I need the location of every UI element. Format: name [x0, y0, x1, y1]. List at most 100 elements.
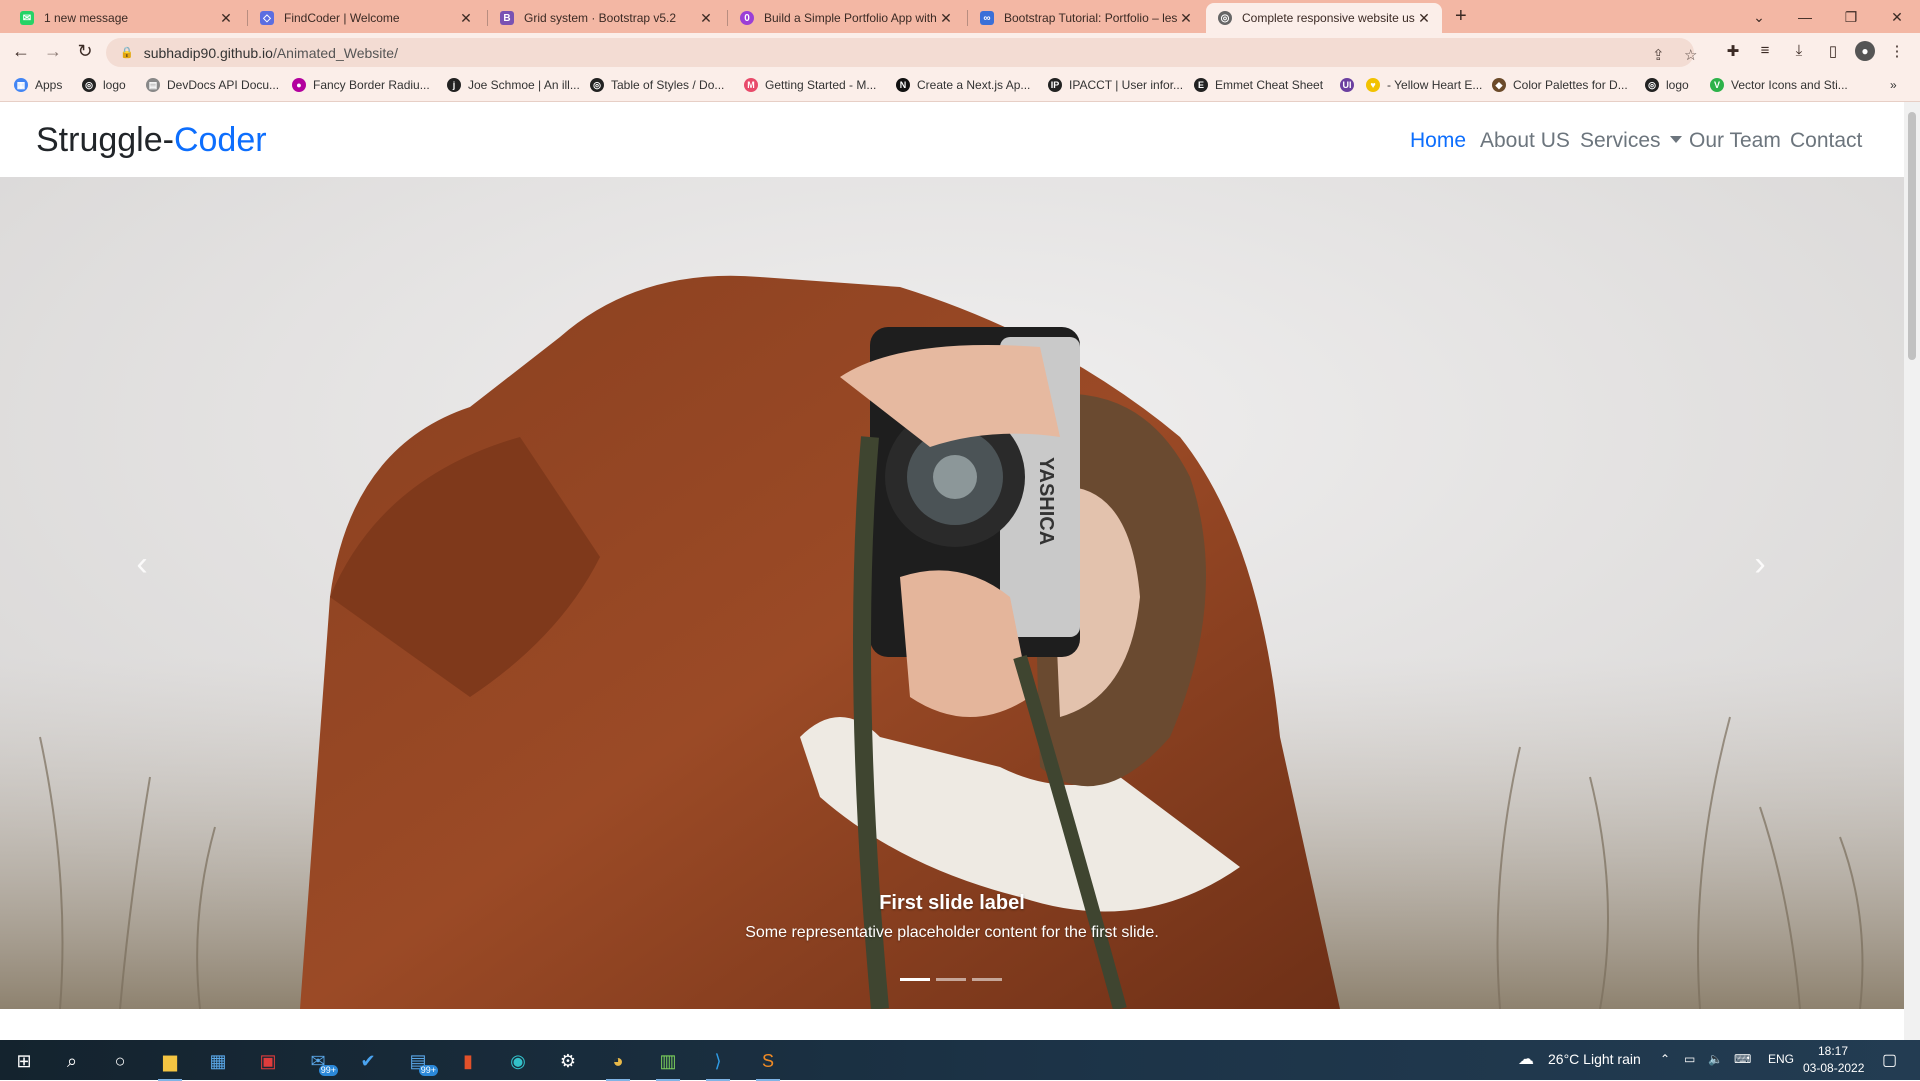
volume-icon[interactable]: 🔈 — [1708, 1052, 1723, 1066]
tab-bootstrap-tutorial[interactable]: ∞ Bootstrap Tutorial: Portfolio – les ✕ — [968, 3, 1204, 33]
tab-portfolio-app[interactable]: 0 Build a Simple Portfolio App with ✕ — [728, 3, 964, 33]
nav-link-our-team[interactable]: Our Team — [1689, 129, 1781, 153]
search-icon[interactable]: ⌕ — [54, 1046, 90, 1076]
chevron-right-icon: › — [1754, 544, 1766, 583]
lock-icon: 🔒 — [120, 47, 134, 59]
carousel-indicator-1[interactable] — [900, 978, 930, 981]
mail-icon[interactable]: ✉ 99+ — [300, 1046, 338, 1076]
chevron-up-icon[interactable]: ⌃ — [1660, 1052, 1670, 1066]
bookmark-item[interactable]: ◆ Color Palettes for D... — [1492, 78, 1628, 92]
share-icon[interactable]: ⇪ — [1652, 46, 1665, 64]
carousel-caption: First slide label Some representative pl… — [0, 892, 1904, 942]
sublime-icon[interactable]: S — [750, 1046, 786, 1081]
new-tab-button[interactable]: + — [1455, 5, 1467, 28]
carousel-indicator-2[interactable] — [936, 978, 966, 981]
bookmark-item[interactable]: V Vector Icons and Sti... — [1710, 78, 1848, 92]
bookmark-item[interactable]: IP IPACCT | User infor... — [1048, 78, 1183, 92]
bookmark-item[interactable]: UI — [1340, 78, 1361, 92]
url-text: subhadip90.github.io/Animated_Website/ — [144, 45, 398, 61]
bookmark-label: Color Palettes for D... — [1513, 78, 1628, 92]
nav-link-contact[interactable]: Contact — [1790, 129, 1862, 153]
nav-link-home[interactable]: Home — [1410, 129, 1466, 153]
edge-icon[interactable]: ◉ — [500, 1046, 536, 1076]
bookmark-item[interactable]: ♥ - Yellow Heart E... — [1366, 78, 1482, 92]
bookmark-item[interactable]: ◎ Table of Styles / Do... — [590, 78, 724, 92]
chrome-icon[interactable]: ◕ — [600, 1046, 636, 1081]
notepad-icon[interactable]: ▥ — [650, 1046, 686, 1081]
clock-date[interactable]: 03-08-2022 — [1803, 1061, 1864, 1075]
ui-icon: UI — [1340, 78, 1354, 92]
slide-title: First slide label — [879, 892, 1025, 914]
bookmark-star-icon[interactable]: ☆ — [1684, 46, 1697, 64]
download-icon[interactable]: ⤓ — [1788, 42, 1810, 59]
gift-app-icon[interactable]: ▣ — [250, 1046, 286, 1076]
tab-search-button[interactable]: ⌄ — [1736, 2, 1782, 32]
profile-avatar[interactable]: ● — [1855, 41, 1875, 61]
bookmark-item[interactable]: j Joe Schmoe | An ill... — [447, 78, 580, 92]
restore-button[interactable]: ❐ — [1828, 2, 1874, 32]
tab-title: 1 new message — [44, 11, 129, 25]
bootstrap-icon: B — [500, 11, 514, 25]
bookmark-item[interactable]: N Create a Next.js Ap... — [896, 78, 1030, 92]
tab-active-website[interactable]: ◎ Complete responsive website us ✕ — [1206, 3, 1442, 33]
nav-link-services-dropdown[interactable]: Services — [1580, 129, 1682, 153]
bookmark-item[interactable]: M Getting Started - M... — [744, 78, 876, 92]
carousel-prev-button[interactable]: ‹ — [117, 534, 167, 594]
close-tab-icon[interactable]: ✕ — [698, 10, 714, 27]
office-icon[interactable]: ▮ — [450, 1046, 486, 1076]
todo-icon[interactable]: ✔ — [350, 1046, 386, 1076]
close-tab-icon[interactable]: ✕ — [218, 10, 234, 27]
carousel-indicator-3[interactable] — [972, 978, 1002, 981]
cortana-icon[interactable]: ○ — [102, 1046, 138, 1076]
bookmark-item[interactable]: ● Fancy Border Radiu... — [292, 78, 430, 92]
close-window-button[interactable]: ✕ — [1874, 2, 1920, 32]
close-tab-icon[interactable]: ✕ — [938, 10, 954, 27]
bookmark-item[interactable]: ▦ Apps — [14, 78, 62, 92]
keyboard-icon[interactable]: ⌨ — [1734, 1052, 1751, 1066]
reload-button[interactable]: ↻ — [74, 41, 96, 62]
side-panel-icon[interactable]: ▯ — [1822, 42, 1844, 60]
extensions-icon[interactable]: ✚ — [1722, 42, 1744, 60]
start-button[interactable]: ⊞ — [6, 1046, 42, 1076]
tab-bootstrap-grid[interactable]: B Grid system · Bootstrap v5.2 ✕ — [488, 3, 724, 33]
web-page: Struggle-Coder Home About US Services Ou… — [0, 102, 1904, 1040]
bookmark-item[interactable]: ▤ DevDocs API Docu... — [146, 78, 279, 92]
bookmark-item[interactable]: ◎ logo — [1645, 78, 1689, 92]
browser-menu-icon[interactable]: ⋮ — [1886, 42, 1908, 60]
tab-whatsapp[interactable]: ✉ 1 new message ✕ — [8, 3, 244, 33]
close-tab-icon[interactable]: ✕ — [1416, 10, 1432, 27]
carousel-next-button[interactable]: › — [1735, 534, 1785, 594]
bookmark-item[interactable]: ◎ logo — [82, 78, 126, 92]
notification-icon[interactable]: ▢ — [1882, 1050, 1897, 1070]
settings-gear-icon[interactable]: ⚙ — [550, 1046, 586, 1076]
weather-icon[interactable]: ☁ — [1518, 1049, 1534, 1069]
vscode-icon[interactable]: ⟩ — [700, 1046, 736, 1081]
store-icon[interactable]: ▦ — [200, 1046, 236, 1076]
media-control-icon[interactable]: ≡ — [1754, 42, 1776, 59]
chat-badge: 99+ — [418, 1065, 438, 1076]
j-icon: j — [447, 78, 461, 92]
chat-icon[interactable]: ▤ 99+ — [400, 1046, 438, 1076]
site-brand-link[interactable]: Struggle-Coder — [36, 121, 267, 160]
bookmark-item[interactable]: E Emmet Cheat Sheet — [1194, 78, 1323, 92]
tab-title: Build a Simple Portfolio App with — [764, 11, 937, 25]
battery-icon[interactable]: ▭ — [1684, 1052, 1695, 1066]
file-explorer-icon[interactable]: ▆ — [152, 1046, 188, 1081]
minimize-button[interactable]: — — [1782, 2, 1828, 32]
close-tab-icon[interactable]: ✕ — [458, 10, 474, 27]
nav-link-about-us[interactable]: About US — [1480, 129, 1570, 153]
page-scrollbar[interactable] — [1904, 102, 1920, 1040]
scrollbar-thumb[interactable] — [1908, 112, 1916, 360]
close-tab-icon[interactable]: ✕ — [1178, 10, 1194, 27]
language-indicator[interactable]: ENG — [1768, 1052, 1794, 1066]
bookmarks-overflow-icon[interactable]: » — [1890, 78, 1897, 92]
weather-text[interactable]: 26°C Light rain — [1548, 1051, 1641, 1067]
bookmark-label: - Yellow Heart E... — [1387, 78, 1483, 92]
forward-button[interactable]: → — [42, 41, 64, 62]
clock-time[interactable]: 18:17 — [1818, 1044, 1848, 1058]
tab-findcoder[interactable]: ◇ FindCoder | Welcome ✕ — [248, 3, 484, 33]
apps-grid-icon: ▦ — [14, 78, 28, 92]
back-button[interactable]: ← — [10, 41, 32, 62]
address-bar[interactable]: 🔒 subhadip90.github.io/Animated_Website/… — [106, 38, 1697, 67]
mail-badge: 99+ — [318, 1065, 338, 1076]
